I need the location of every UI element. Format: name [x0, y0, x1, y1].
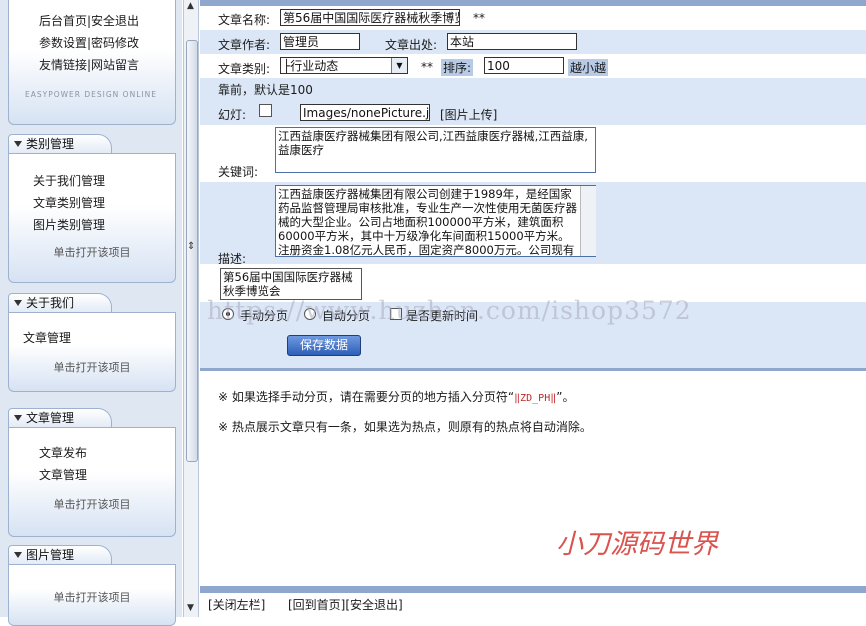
sort-input[interactable]: 100	[484, 57, 564, 74]
upload-image-link[interactable]: [图片上传]	[440, 106, 497, 123]
footer: [关闭左栏] [回到首页][安全退出]	[200, 586, 866, 617]
author-input[interactable]: 管理员	[280, 33, 360, 50]
category-label: 文章类别:	[218, 62, 271, 76]
description-scrollbar[interactable]	[580, 186, 596, 256]
sidebar-item-settings-password[interactable]: 参数设置|密码修改	[39, 34, 139, 51]
top-panel: 后台首页|安全退出 参数设置|密码修改 友情链接|网站留言 EASYPOWER …	[8, 0, 176, 125]
scroll-down-arrow-icon[interactable]: ▼	[187, 604, 194, 613]
sidebar-item-image-category-manage[interactable]: 图片类别管理	[33, 216, 105, 233]
source-input[interactable]: 本站	[447, 33, 577, 50]
title-input[interactable]: 第56届中国国际医疗器械秋季博览	[280, 9, 460, 26]
collapse-arrow-icon	[14, 300, 22, 306]
sidebar-scrollbar[interactable]: ▲ ⇕ ▼	[183, 0, 199, 617]
collapse-arrow-icon	[14, 552, 22, 558]
sidebar-item-article-manage[interactable]: 文章管理	[39, 466, 87, 483]
panel-article-management: 文章管理 文章发布 文章管理 单击打开该项目	[8, 408, 176, 537]
close-left-panel-link[interactable]: [关闭左栏]	[208, 596, 265, 613]
sort-hint: 越小越	[568, 59, 609, 76]
required-mark: **	[421, 60, 433, 74]
form-row-keywords: 关键词: 江西益康医疗器械集团有限公司,江西益康医疗器械,江西益康,益康医疗	[200, 125, 866, 182]
keywords-label: 关键词:	[218, 165, 259, 179]
open-item-link[interactable]: 单击打开该项目	[9, 244, 175, 260]
image-path-input[interactable]: Images/nonePicture.jpg	[300, 104, 430, 121]
required-mark: **	[473, 11, 485, 25]
sidebar-item-article-manage[interactable]: 文章管理	[23, 329, 71, 346]
form-row-description: 描述: 江西益康医疗器械集团有限公司创建于1989年，是经国家药品监督管理局审核…	[200, 182, 866, 266]
open-item-link[interactable]: 单击打开该项目	[9, 496, 175, 512]
author-label: 文章作者:	[218, 38, 271, 52]
sidebar-item-home-logout[interactable]: 后台首页|安全退出	[39, 12, 139, 29]
sidebar-item-article-category-manage[interactable]: 文章类别管理	[33, 194, 105, 211]
form-row-slide: 幻灯: Images/nonePicture.jpg [图片上传]	[200, 99, 866, 125]
slide-label: 幻灯:	[218, 108, 247, 122]
scroll-up-arrow-icon[interactable]: ▲	[187, 2, 194, 11]
source-label: 文章出处:	[385, 38, 438, 52]
form-row-sort-hint: 靠前，默认是100	[200, 78, 866, 99]
form-row-author: 文章作者: 管理员 文章出处: 本站	[200, 30, 866, 54]
form-row-category: 文章类别: ├行业动态 ▼ ** 排序: 100 越小越	[200, 54, 866, 78]
collapse-arrow-icon	[14, 415, 22, 421]
open-item-link[interactable]: 单击打开该项目	[9, 589, 175, 605]
sidebar: 后台首页|安全退出 参数设置|密码修改 友情链接|网站留言 EASYPOWER …	[0, 0, 182, 626]
brand-label: EASYPOWER DESIGN ONLINE	[25, 90, 157, 99]
panel-image-management: 图片管理 单击打开该项目	[8, 545, 176, 626]
save-button[interactable]: 保存数据	[287, 335, 361, 356]
description-textarea[interactable]: 江西益康医疗器械集团有限公司创建于1989年，是经国家药品监督管理局审核批准，专…	[275, 185, 596, 257]
category-select[interactable]: ├行业动态 ▼	[280, 57, 408, 74]
sort-hint-continued: 靠前，默认是100	[218, 83, 313, 97]
slide-checkbox[interactable]	[259, 104, 272, 117]
panel-header-image-management[interactable]: 图片管理	[8, 545, 112, 564]
sort-label: 排序:	[441, 59, 474, 76]
chevron-down-icon[interactable]: ▼	[391, 58, 407, 73]
title-label: 文章名称:	[218, 13, 271, 27]
home-logout-link[interactable]: [回到首页][安全退出]	[288, 596, 403, 613]
panel-about-us: 关于我们 文章管理 单击打开该项目	[8, 293, 176, 392]
panel-header-about-us[interactable]: 关于我们	[8, 293, 112, 312]
url-watermark: https://www.huzhan.com/ishop3572	[207, 296, 692, 325]
brand-watermark: 小刀源码世界	[556, 529, 718, 560]
splitter-toggle-icon[interactable]: ⇕	[187, 242, 195, 252]
form-row-title: 文章名称: 第56届中国国际医疗器械秋季博览 **	[200, 6, 866, 30]
sidebar-item-links-messages[interactable]: 友情链接|网站留言	[39, 56, 139, 73]
note-manual-paging: ※ 如果选择手动分页，请在需要分页的地方插入分页符“‖ZD_PH‖”。	[218, 390, 575, 404]
panel-header-article-management[interactable]: 文章管理	[8, 408, 112, 427]
note-hotspot: ※ 热点展示文章只有一条，如果选为热点，则原有的热点将自动消除。	[218, 420, 592, 434]
panel-category-management: 类别管理 关于我们管理 文章类别管理 图片类别管理 单击打开该项目	[8, 134, 176, 283]
panel-header-category-management[interactable]: 类别管理	[8, 134, 112, 153]
open-item-link[interactable]: 单击打开该项目	[9, 359, 175, 375]
sidebar-item-article-publish[interactable]: 文章发布	[39, 444, 87, 461]
collapse-arrow-icon	[14, 141, 22, 147]
keywords-textarea[interactable]: 江西益康医疗器械集团有限公司,江西益康医疗器械,江西益康,益康医疗	[275, 127, 596, 173]
sidebar-item-about-us-manage[interactable]: 关于我们管理	[33, 172, 105, 189]
